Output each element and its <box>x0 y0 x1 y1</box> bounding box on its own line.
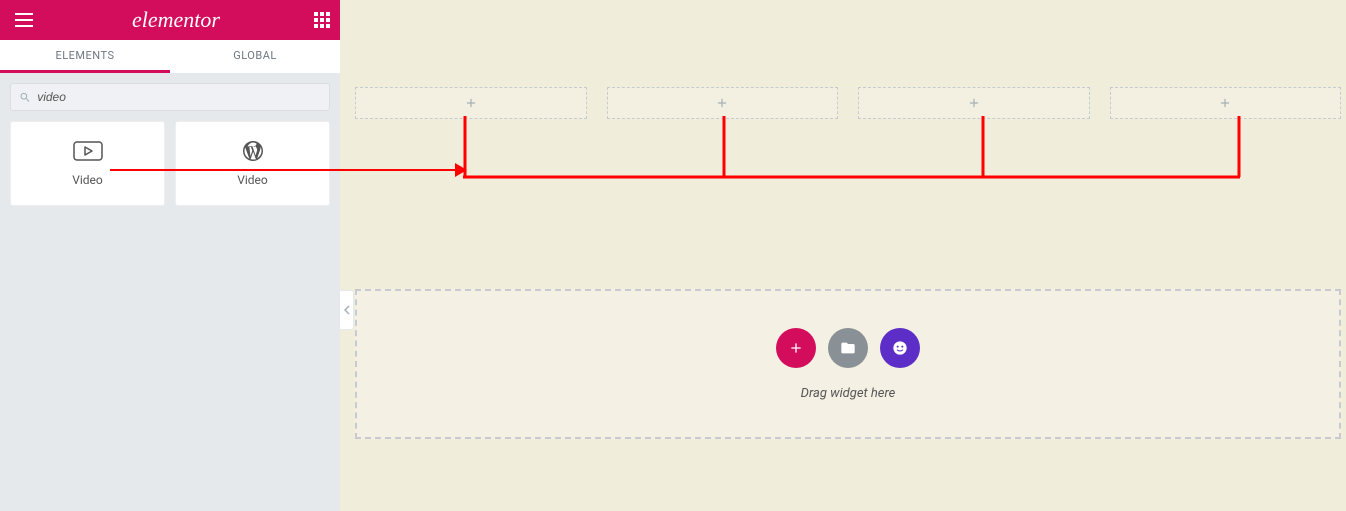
folder-icon <box>840 340 856 356</box>
widget-label: Video <box>237 173 268 187</box>
column-slot[interactable] <box>1110 87 1342 119</box>
plus-icon <box>464 96 478 110</box>
video-play-icon <box>73 141 103 161</box>
tab-elements[interactable]: ELEMENTS <box>0 40 170 73</box>
add-template-button[interactable] <box>828 328 868 368</box>
panel-tabs: ELEMENTS GLOBAL <box>0 40 340 73</box>
widget-label: Video <box>72 173 103 187</box>
add-section-button[interactable] <box>776 328 816 368</box>
plus-icon <box>1218 96 1232 110</box>
elementor-logo: elementor <box>132 7 220 33</box>
plus-icon <box>715 96 729 110</box>
widget-video[interactable]: Video <box>10 121 165 206</box>
drag-hint-text: Drag widget here <box>801 386 896 401</box>
sidebar-panel: elementor ELEMENTS GLOBAL Video <box>0 0 340 511</box>
sidebar-header: elementor <box>0 0 340 40</box>
add-ai-button[interactable] <box>880 328 920 368</box>
search-box[interactable] <box>10 83 330 111</box>
widget-video-wp[interactable]: Video <box>175 121 330 206</box>
grid-apps-icon[interactable] <box>314 12 330 28</box>
add-section-actions <box>776 328 920 368</box>
plus-icon <box>967 96 981 110</box>
column-slot[interactable] <box>858 87 1090 119</box>
column-slot[interactable] <box>355 87 587 119</box>
face-icon <box>892 340 908 356</box>
column-slot[interactable] <box>607 87 839 119</box>
tab-global[interactable]: GLOBAL <box>170 40 340 73</box>
add-new-section[interactable]: Drag widget here <box>355 289 1341 439</box>
search-icon <box>19 91 31 104</box>
search-input[interactable] <box>37 90 321 104</box>
plus-icon <box>788 340 804 356</box>
editor-canvas: Drag widget here <box>340 0 1346 511</box>
hamburger-icon[interactable] <box>10 8 38 32</box>
wordpress-icon <box>238 141 268 161</box>
section-columns-row <box>355 87 1341 119</box>
